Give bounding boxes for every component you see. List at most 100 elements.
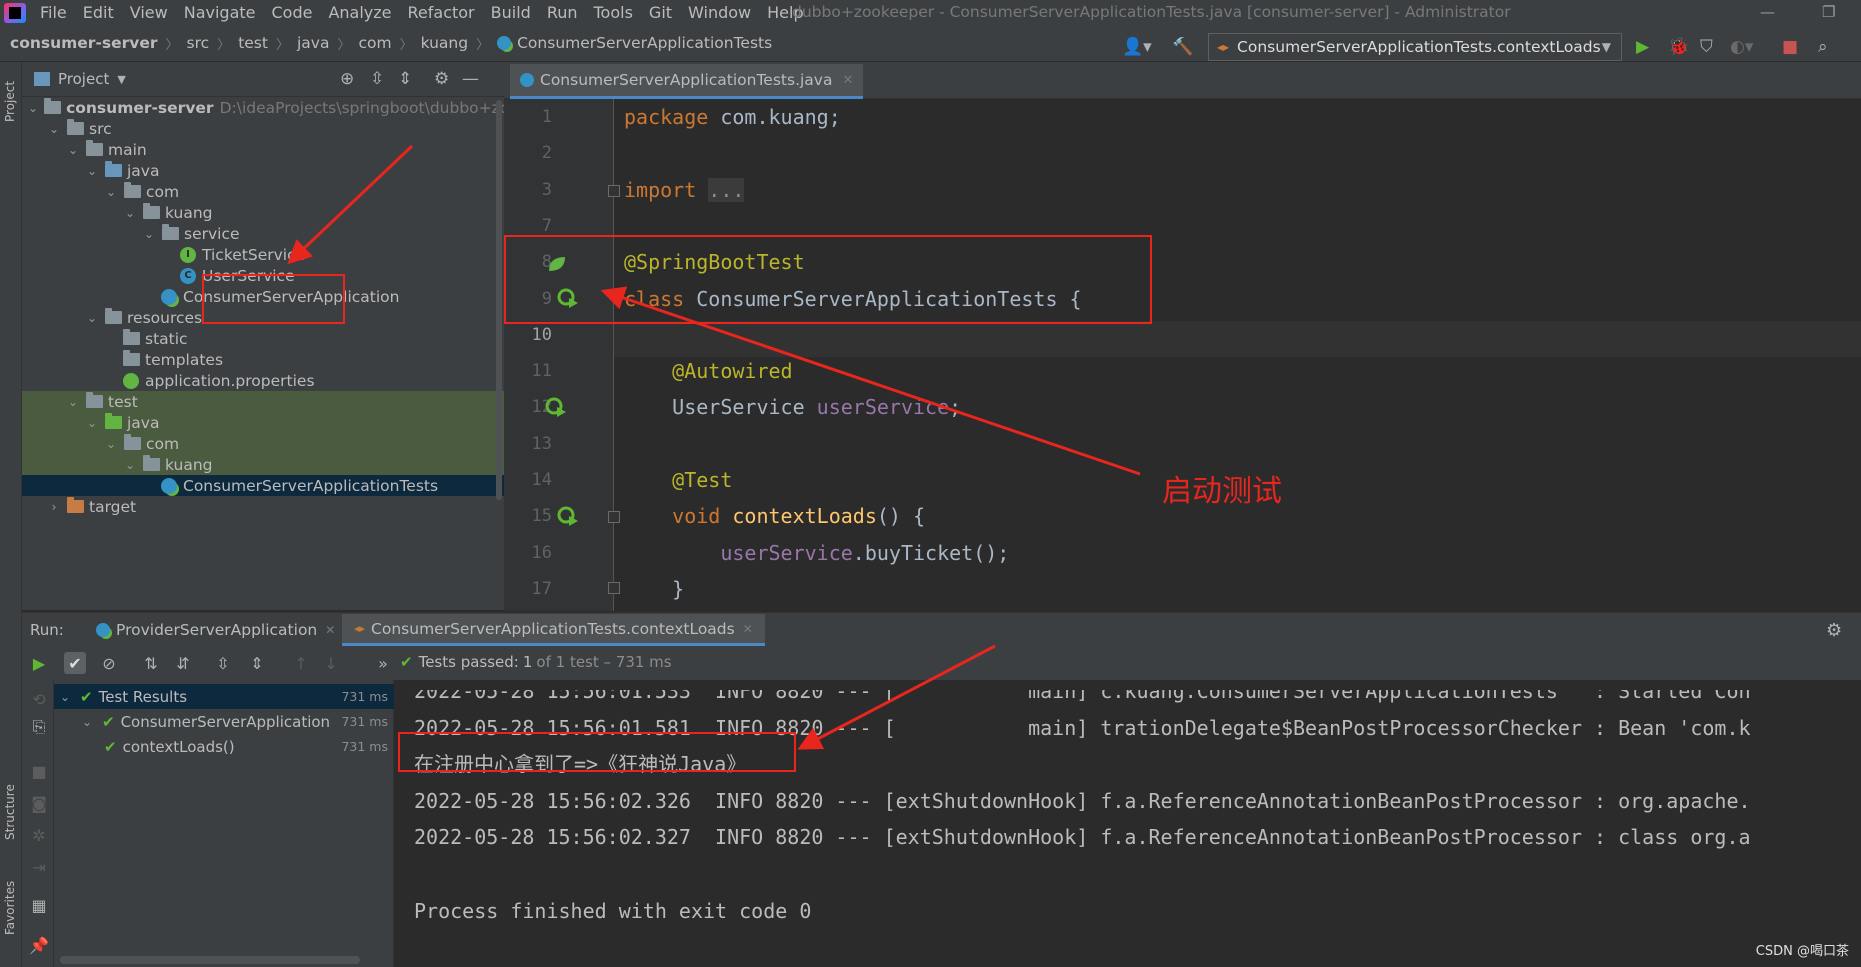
run-tab-consumer-tests[interactable]: ◂▸ ConsumerServerApplicationTests.contex… — [342, 614, 765, 646]
layout-icon[interactable]: ▦ — [28, 894, 50, 916]
chevron-down-icon[interactable]: ⌄ — [66, 395, 80, 409]
user-icon[interactable]: 👤▾ — [1122, 36, 1152, 58]
tree-item[interactable]: application.properties — [22, 370, 504, 391]
expand-all-icon[interactable]: ⇳ — [370, 69, 384, 89]
test-result-row[interactable]: ✔ contextLoads() 731 ms — [54, 734, 394, 759]
close-icon[interactable]: ✕ — [325, 623, 335, 637]
code-line[interactable]: @SpringBootTest — [624, 244, 805, 280]
chevron-down-icon[interactable]: ⌄ — [85, 164, 99, 178]
fold-icon[interactable] — [608, 582, 620, 594]
menu-build[interactable]: Build — [483, 0, 539, 25]
project-panel-title[interactable]: Project — [58, 70, 109, 88]
project-tool-tab[interactable]: Project — [3, 81, 17, 122]
gear-icon[interactable]: ⚙ — [434, 69, 449, 89]
menu-view[interactable]: View — [122, 0, 176, 25]
breadcrumb-item[interactable]: java — [297, 34, 329, 52]
menu-file[interactable]: File — [32, 0, 75, 25]
favorites-tool-tab[interactable]: Favorites — [3, 881, 17, 935]
menu-git[interactable]: Git — [641, 0, 680, 25]
code-line[interactable]: package com.kuang; — [624, 99, 841, 135]
tree-item[interactable]: ⌄ java — [22, 160, 504, 181]
chevron-down-icon[interactable]: ⌄ — [123, 206, 137, 220]
sort-alpha-icon[interactable]: ⇅ — [140, 652, 162, 674]
code-line[interactable]: @Autowired — [624, 353, 792, 389]
tree-item[interactable]: ⌄ src — [22, 118, 504, 139]
search-icon[interactable]: ⌕ — [1818, 36, 1828, 58]
run-tab-provider[interactable]: ProviderServerApplication ✕ — [84, 614, 347, 646]
coverage-icon[interactable]: ⛉ — [1700, 36, 1713, 58]
project-scrollbar[interactable] — [496, 100, 502, 500]
breadcrumb-item[interactable]: com — [358, 34, 391, 52]
breadcrumb-item[interactable]: test — [238, 34, 268, 52]
chevron-down-icon[interactable]: ⌄ — [123, 458, 137, 472]
tree-item[interactable]: ⌄ java — [22, 412, 504, 433]
chevron-right-icon[interactable]: › — [47, 500, 61, 514]
test-tree-scrollbar[interactable] — [60, 956, 360, 964]
chevron-down-icon[interactable]: ⌄ — [142, 227, 156, 241]
menu-refactor[interactable]: Refactor — [400, 0, 483, 25]
restore-icon[interactable]: ❐ — [1822, 0, 1835, 25]
menu-navigate[interactable]: Navigate — [176, 0, 264, 25]
breadcrumb-item[interactable]: src — [187, 34, 210, 52]
tree-item[interactable]: ⌄ kuang — [22, 202, 504, 223]
chevron-down-icon[interactable]: ⌄ — [60, 690, 74, 704]
code-line[interactable]: userService.buyTicket(); — [624, 535, 1009, 571]
menu-code[interactable]: Code — [264, 0, 321, 25]
tree-item[interactable]: templates — [22, 349, 504, 370]
breadcrumb-item[interactable]: ConsumerServerApplicationTests — [517, 34, 772, 52]
export-icon[interactable]: ⎘ — [28, 716, 50, 738]
code-line[interactable]: import ... — [624, 172, 745, 208]
structure-tool-tab[interactable]: Structure — [3, 784, 17, 840]
breadcrumb-item[interactable]: kuang — [421, 34, 468, 52]
test-result-row[interactable]: ⌄ ✔ ConsumerServerApplication 731 ms — [54, 709, 394, 734]
chevron-down-icon[interactable]: ⌄ — [85, 311, 99, 325]
show-ignored-icon[interactable]: ⊘ — [98, 652, 120, 674]
fold-icon[interactable] — [608, 185, 620, 197]
tree-item[interactable]: ConsumerServerApplicationTests — [22, 475, 504, 496]
camera-icon[interactable]: ◙ — [28, 792, 50, 814]
chevron-down-icon[interactable]: ⌄ — [82, 715, 96, 729]
more-icon[interactable]: » — [372, 652, 394, 674]
close-icon[interactable]: ✕ — [743, 622, 753, 636]
settings-icon[interactable]: ✲ — [28, 824, 50, 846]
menu-window[interactable]: Window — [680, 0, 759, 25]
tree-item[interactable]: ⌄ service — [22, 223, 504, 244]
code-line[interactable]: class ConsumerServerApplicationTests { — [624, 281, 1082, 317]
tree-item[interactable]: static — [22, 328, 504, 349]
tree-item[interactable]: I TicketService — [22, 244, 504, 265]
chevron-down-icon[interactable]: ⌄ — [28, 101, 38, 115]
menu-tools[interactable]: Tools — [586, 0, 641, 25]
rerun-icon[interactable]: ▶ — [28, 652, 50, 674]
breadcrumb-item[interactable]: consumer-server — [10, 34, 158, 52]
code-line[interactable]: void contextLoads() { — [624, 498, 925, 534]
show-passed-icon[interactable]: ✔ — [64, 652, 86, 674]
run-test-icon[interactable] — [557, 288, 579, 310]
gear-icon[interactable]: ⚙ — [1826, 620, 1842, 641]
collapse-all-icon[interactable]: ⇕ — [398, 69, 412, 89]
previous-icon[interactable]: ↑ — [290, 652, 312, 674]
locate-icon[interactable]: ⊕ — [340, 69, 354, 89]
chevron-down-icon[interactable]: ⌄ — [85, 416, 99, 430]
tree-item[interactable]: ConsumerServerApplication — [22, 286, 504, 307]
editor-tab-active[interactable]: ConsumerServerApplicationTests.java ✕ — [510, 64, 864, 99]
debug-icon[interactable]: 🐞 — [1668, 36, 1689, 58]
pin-icon[interactable]: 📌 — [28, 934, 50, 956]
run-icon[interactable]: ▶ — [1636, 36, 1649, 58]
fold-icon[interactable] — [608, 511, 620, 523]
profile-icon[interactable]: ◐▾ — [1730, 36, 1753, 58]
tree-item[interactable]: ⌄ resources — [22, 307, 504, 328]
stop-icon[interactable]: ■ — [28, 760, 50, 782]
chevron-down-icon[interactable]: ⌄ — [47, 122, 61, 136]
chevron-down-icon[interactable]: ▼ — [117, 73, 125, 86]
next-icon[interactable]: ↓ — [320, 652, 342, 674]
build-hammer-icon[interactable]: 🔨 — [1172, 36, 1193, 58]
exit-icon[interactable]: ⇥ — [28, 856, 50, 878]
tree-item[interactable]: ⌄ com — [22, 433, 504, 454]
tree-item[interactable]: ⌄ main — [22, 139, 504, 160]
tree-item[interactable]: › target — [22, 496, 504, 517]
spring-bean-icon[interactable] — [545, 253, 567, 275]
close-icon[interactable]: ✕ — [842, 73, 853, 88]
chevron-down-icon[interactable]: ⌄ — [66, 143, 80, 157]
hide-icon[interactable]: — — [462, 69, 479, 89]
chevron-down-icon[interactable]: ⌄ — [104, 185, 118, 199]
